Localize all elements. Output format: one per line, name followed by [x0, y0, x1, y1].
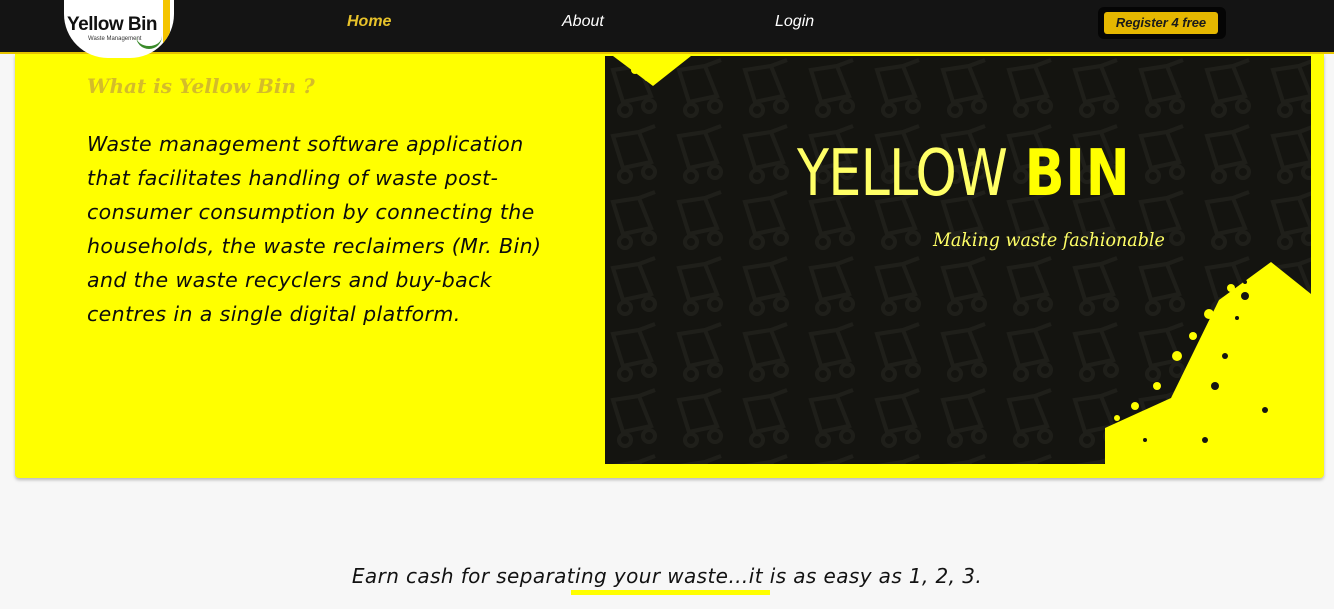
register-wrapper: Register 4 free	[1098, 7, 1226, 39]
nav-login[interactable]: Login	[775, 13, 814, 31]
logo-bar-icon	[163, 0, 170, 52]
tagline-underline	[571, 590, 770, 595]
hero-heading: What is Yellow Bin ?	[87, 74, 315, 98]
banner-tagline: Making waste fashionable	[933, 229, 1165, 251]
banner-title-bold: BIN	[1024, 137, 1131, 211]
logo-text: Yellow Bin	[67, 14, 158, 35]
yellow-bin-logo[interactable]: Yellow Bin Waste Management	[64, 0, 174, 58]
nav-about[interactable]: About	[562, 13, 604, 31]
yellow-bin-banner: YELLOW BIN Making waste fashionable	[605, 56, 1311, 464]
nav-home[interactable]: Home	[347, 13, 391, 31]
bin-cart-pattern-icon	[605, 56, 1311, 464]
register-button[interactable]: Register 4 free	[1104, 12, 1218, 34]
navbar: Yellow Bin Waste Management Home About L…	[0, 0, 1334, 58]
leaf-icon	[136, 36, 162, 49]
banner-title-light: YELLOW	[797, 137, 1008, 211]
logo-subtitle: Waste Management	[88, 36, 142, 42]
banner-title: YELLOW BIN	[797, 142, 1131, 206]
hero-card: What is Yellow Bin ? Waste management so…	[15, 54, 1324, 478]
hero-description: Waste management software application th…	[87, 132, 542, 326]
earn-cash-tagline: Earn cash for separating your waste…it i…	[351, 564, 983, 588]
